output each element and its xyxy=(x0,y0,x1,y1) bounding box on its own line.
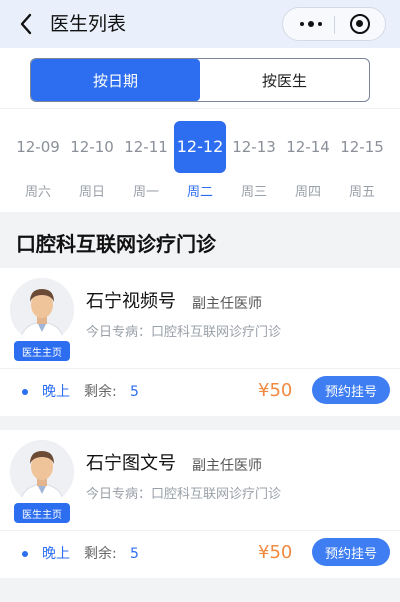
date-item[interactable]: 12-14 周四 xyxy=(281,121,335,207)
back-arrow-icon[interactable] xyxy=(14,10,38,38)
remaining-label: 剩余: xyxy=(84,384,117,400)
time-slot: 晚上 xyxy=(42,546,70,562)
nav-bar: 医生列表 xyxy=(0,0,400,48)
weekday-label: 周一 xyxy=(132,185,159,200)
date-label: 12-13 xyxy=(232,138,276,156)
time-slot: 晚上 xyxy=(42,384,70,400)
date-label: 12-10 xyxy=(70,138,114,156)
doctor-specialty: 今日专病：口腔科互联网诊疗门诊 xyxy=(86,325,282,340)
book-appointment-button[interactable]: 预约挂号 xyxy=(312,538,390,566)
weekday-label: 周三 xyxy=(240,185,267,200)
date-label: 12-12 xyxy=(174,121,226,173)
doctor-rank: 副主任医师 xyxy=(192,296,262,312)
date-label: 12-15 xyxy=(340,138,384,156)
doctor-homepage-button[interactable]: 医生主页 xyxy=(14,341,70,361)
fee-price: ¥50 xyxy=(258,380,293,401)
remaining-count: 5 xyxy=(130,546,139,562)
segmented-control: 按日期 按医生 xyxy=(30,58,370,102)
doctor-card[interactable]: 医生主页 石宁图文号 副主任医师 今日专病：口腔科互联网诊疗门诊 晚上 剩余: … xyxy=(0,430,400,578)
doctor-homepage-button[interactable]: 医生主页 xyxy=(14,503,70,523)
card-divider xyxy=(0,368,400,369)
date-item[interactable]: 12-10 周日 xyxy=(65,121,119,207)
doctor-name: 石宁图文号 xyxy=(86,453,176,474)
mini-program-capsule xyxy=(282,7,386,41)
weekday-label: 周日 xyxy=(78,185,105,200)
fee-price: ¥50 xyxy=(258,542,293,563)
date-item-selected[interactable]: 12-12 周二 xyxy=(173,121,227,207)
tabs-container: 按日期 按医生 xyxy=(0,48,400,108)
card-divider xyxy=(0,530,400,531)
doctor-avatar xyxy=(10,440,74,504)
date-label: 12-14 xyxy=(286,138,330,156)
doctor-avatar-icon xyxy=(10,440,74,504)
doctor-avatar xyxy=(10,278,74,342)
date-item[interactable]: 12-13 周三 xyxy=(227,121,281,207)
date-label: 12-11 xyxy=(124,138,168,156)
date-item[interactable]: 12-09 周六 xyxy=(11,121,65,207)
date-label: 12-09 xyxy=(16,138,60,156)
weekday-label: 周五 xyxy=(348,185,375,200)
doctor-avatar-icon xyxy=(10,278,74,342)
slot-dot-icon xyxy=(22,551,28,557)
close-target-icon[interactable] xyxy=(350,14,370,34)
doctor-rank: 副主任医师 xyxy=(192,458,262,474)
tab-by-date[interactable]: 按日期 xyxy=(31,59,200,101)
remaining-count: 5 xyxy=(130,384,139,400)
doctor-name: 石宁视频号 xyxy=(86,291,176,312)
doctor-specialty: 今日专病：口腔科互联网诊疗门诊 xyxy=(86,487,282,502)
weekday-label: 周六 xyxy=(24,185,51,200)
more-dots-icon[interactable] xyxy=(295,8,327,40)
slot-dot-icon xyxy=(22,389,28,395)
capsule-divider xyxy=(334,16,335,34)
date-item[interactable]: 12-11 周一 xyxy=(119,121,173,207)
tab-by-doctor[interactable]: 按医生 xyxy=(200,59,369,101)
weekday-label: 周四 xyxy=(294,185,321,200)
book-appointment-button[interactable]: 预约挂号 xyxy=(312,376,390,404)
remaining-label: 剩余: xyxy=(84,546,117,562)
weekday-label: 周二 xyxy=(186,185,213,200)
date-strip: 12-09 周六 12-10 周日 12-11 周一 12-12 周二 12-1… xyxy=(0,108,400,212)
department-title: 口腔科互联网诊疗门诊 xyxy=(16,232,216,256)
date-item[interactable]: 12-15 周五 xyxy=(335,121,389,207)
page-title: 医生列表 xyxy=(50,13,127,35)
doctor-card[interactable]: 医生主页 石宁视频号 副主任医师 今日专病：口腔科互联网诊疗门诊 晚上 剩余: … xyxy=(0,268,400,416)
